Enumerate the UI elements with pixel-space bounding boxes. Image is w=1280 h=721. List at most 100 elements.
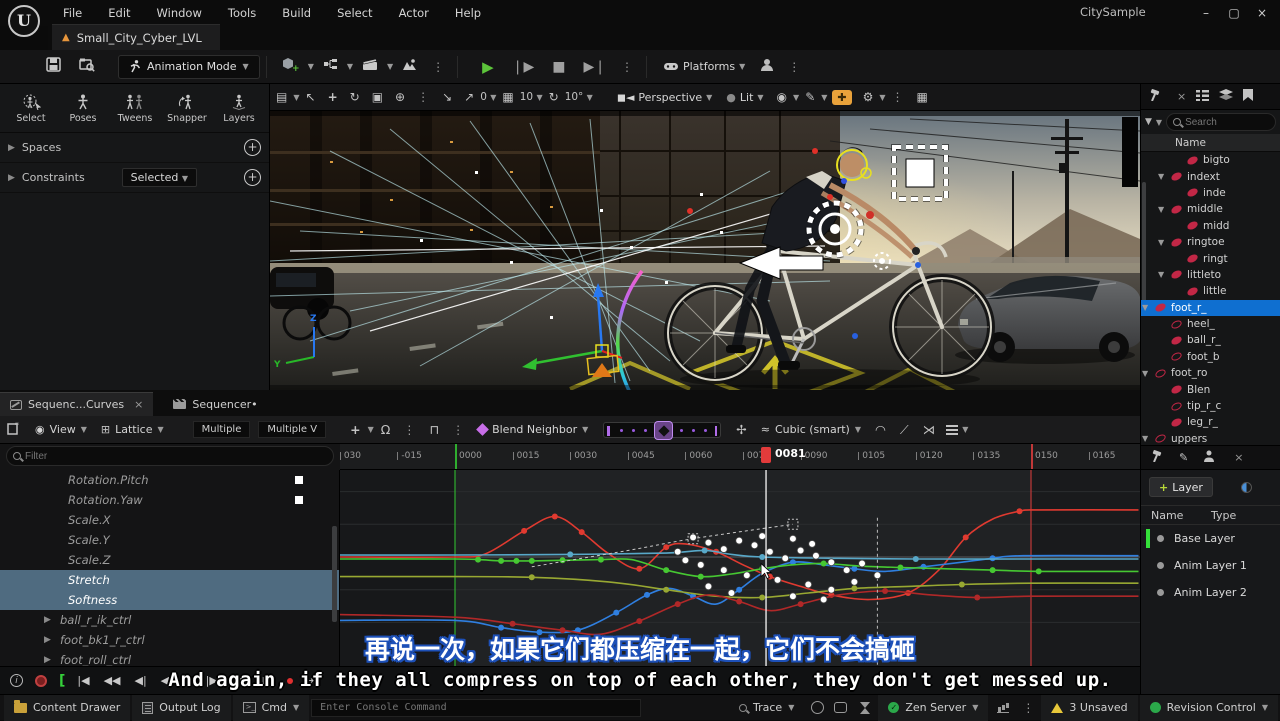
curve-darkred-key[interactable] (882, 588, 888, 594)
curve-track-rotation-pitch[interactable]: Rotation.Pitch (0, 470, 339, 490)
tab-layers[interactable] (1219, 89, 1233, 104)
selected-key[interactable] (859, 560, 866, 567)
outliner-item-heel-[interactable]: heel_ (1141, 316, 1280, 332)
menu-tools[interactable]: Tools (217, 2, 267, 24)
selected-key[interactable] (809, 541, 816, 548)
selected-key[interactable] (690, 534, 697, 541)
viewport[interactable]: ▤▼ ↖ + ↻ ▣ ⊕ ⋮ ↘ ↗ 0 ▼ ▦ 10 ▼ ↻ 10° ▼ ◼◄… (270, 84, 1140, 390)
selected-key[interactable] (720, 567, 727, 574)
selected-key[interactable] (728, 590, 735, 597)
perspective-dropdown[interactable]: ◼◄ Perspective▼ (617, 91, 712, 104)
selected-key[interactable] (705, 539, 712, 546)
curve-teal[interactable] (340, 550, 1139, 559)
close-button[interactable]: × (1248, 0, 1276, 26)
zen-server-dropdown[interactable]: ✓ Zen Server ▼ (878, 695, 988, 721)
axis-lock-icon[interactable]: ✢ (736, 422, 746, 437)
expand-arrow-icon[interactable]: ▼ (1158, 205, 1164, 214)
curve-track-softness[interactable]: Softness (0, 590, 339, 610)
tab-tools[interactable] (1151, 450, 1165, 465)
mode-selector[interactable]: Animation Mode ▼ (118, 55, 260, 79)
curve-blue[interactable] (340, 556, 1139, 633)
curve-darkred-key[interactable] (736, 598, 742, 604)
play-to-button[interactable]: ▶❘ (583, 59, 606, 75)
outliner-item-leg-r-[interactable]: leg_r_ (1141, 414, 1280, 430)
cmd-dropdown[interactable]: >_ Cmd ▼ (233, 695, 310, 721)
constraints-filter-dropdown[interactable]: Selected ▼ (122, 168, 197, 187)
curve-olive-key[interactable] (759, 595, 765, 601)
selected-key[interactable] (805, 581, 812, 588)
selected-key[interactable] (790, 593, 797, 600)
selected-key[interactable] (720, 546, 727, 553)
tangent-break-icon[interactable]: ⋊ (923, 422, 936, 437)
curve-olive-key[interactable] (851, 585, 857, 591)
blend-slider-handle[interactable] (654, 421, 673, 440)
menu-file[interactable]: File (52, 2, 93, 24)
level-tab[interactable]: ▲ Small_City_Cyber_LVL (52, 24, 220, 50)
curve-red-key[interactable] (1016, 508, 1022, 514)
tab-anim-layers[interactable] (1202, 450, 1216, 465)
curve-filterbox[interactable] (6, 446, 334, 466)
curve-green-key[interactable] (560, 557, 566, 563)
curve-red-key[interactable] (963, 534, 969, 540)
selected-key[interactable] (828, 586, 835, 593)
curve-green[interactable] (340, 559, 1139, 577)
grid-snap-icon[interactable]: ▦ (502, 90, 513, 104)
curve-track-scale-x[interactable]: Scale.X (0, 510, 339, 530)
status-more-icon[interactable]: ⋮ (1022, 701, 1035, 715)
curve-green-key[interactable] (663, 567, 669, 573)
status-circle-icon[interactable] (811, 701, 824, 714)
selected-key[interactable] (682, 557, 689, 564)
view-dropdown[interactable]: ◉ View▼ (35, 423, 87, 436)
curve-blue-key[interactable] (613, 610, 619, 616)
curve-green-key[interactable] (498, 558, 504, 564)
curve-teal-key[interactable] (913, 556, 919, 562)
snap-zero[interactable]: 0 ▼ (480, 91, 496, 103)
blend-neighbor-dropdown[interactable]: Blend Neighbor▼ (478, 423, 588, 436)
selected-key[interactable] (851, 578, 858, 585)
add-actor-icon[interactable]: + (282, 57, 299, 76)
anim-tool-layers[interactable]: Layers (216, 94, 262, 124)
snap-icon[interactable]: Ω (381, 422, 391, 437)
tab-outliner-list[interactable] (1196, 90, 1209, 104)
select-tool-icon[interactable]: ↖ (306, 90, 316, 104)
selected-key[interactable] (705, 583, 712, 590)
blueprints-icon[interactable] (323, 58, 338, 75)
outliner-item-foot-r-[interactable]: ▼foot_r_ (1141, 300, 1280, 316)
viewport-more-icon[interactable]: ⋮ (892, 90, 905, 104)
viewport-settings-icon[interactable]: ⚙ (863, 90, 874, 104)
track-scrollbar[interactable] (332, 526, 337, 622)
world-space-icon[interactable]: ⊕ (395, 90, 405, 104)
show-flags-icon[interactable]: ◉ (777, 90, 787, 104)
anim-tool-poses[interactable]: Poses (60, 94, 106, 124)
expand-arrow-icon[interactable]: ▼ (1158, 172, 1164, 181)
rotate-tool-icon[interactable]: ↻ (350, 90, 360, 104)
blend-slider[interactable] (603, 422, 721, 438)
revision-control-dropdown[interactable]: Revision Control ▼ (1140, 695, 1278, 721)
rotation-snap-icon[interactable]: ↻ (549, 90, 559, 104)
key-time-field[interactable]: Multiple (193, 421, 251, 438)
outliner-item-inde[interactable]: inde (1141, 185, 1280, 201)
more-options-icon[interactable]: ⋮ (432, 60, 445, 74)
curve-olive-key[interactable] (529, 574, 535, 580)
selected-key[interactable] (774, 576, 781, 583)
tangent-straighten-icon[interactable]: ⟋ (900, 422, 909, 438)
move-keys-icon[interactable]: + (350, 422, 360, 437)
menu-build[interactable]: Build (271, 2, 322, 24)
normalize-more-icon[interactable]: ⋮ (452, 423, 465, 437)
timeline-ruler[interactable]: 030-015000000150030004500600075009001050… (340, 444, 1140, 470)
key-value-field[interactable]: Multiple V (258, 421, 326, 438)
curve-darkred-key[interactable] (636, 618, 642, 624)
selected-key[interactable] (743, 572, 750, 579)
output-log-button[interactable]: Output Log (132, 695, 230, 721)
curve-blue-key[interactable] (851, 566, 857, 572)
curve-darkred-key[interactable] (675, 601, 681, 607)
selected-key[interactable] (874, 572, 881, 579)
curve-track-ball-r-ik-ctrl[interactable]: ▶ball_r_ik_ctrl (0, 610, 339, 630)
selected-key[interactable] (759, 533, 766, 540)
anim-tool-tweens[interactable]: Tweens (112, 94, 158, 124)
close-tab-icon[interactable]: × (1234, 451, 1243, 464)
viewport-options-icon[interactable]: ▤ (276, 90, 287, 104)
anim-tool-snapper[interactable]: Snapper (164, 94, 210, 124)
content-drawer-button[interactable]: Content Drawer (4, 695, 130, 721)
restore-button[interactable]: ▢ (1220, 0, 1248, 26)
